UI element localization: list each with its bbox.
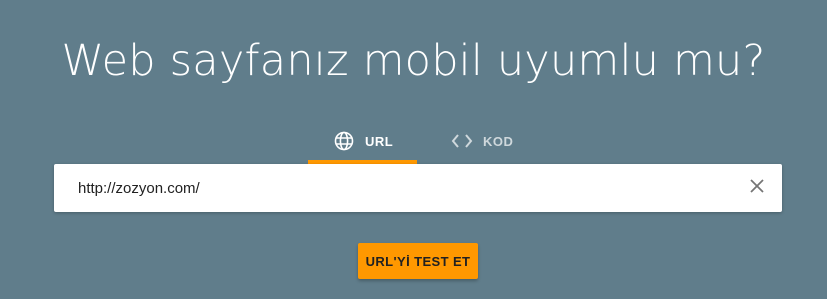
tab-url[interactable]: URL [308,118,417,164]
close-icon [750,178,764,198]
code-icon [451,130,473,152]
url-input-box [54,164,782,212]
tab-url-label: URL [365,133,394,149]
url-input[interactable] [78,164,718,212]
page-title: Web sayfanız mobil uyumlu mu? [61,36,766,86]
tab-code-label: KOD [483,133,514,149]
tab-code[interactable]: KOD [441,118,513,164]
clear-button[interactable] [746,177,768,199]
input-mode-tabs: URL KOD [308,118,513,164]
globe-icon [333,130,355,152]
test-url-button[interactable]: URL'Yİ TEST ET [358,243,478,279]
